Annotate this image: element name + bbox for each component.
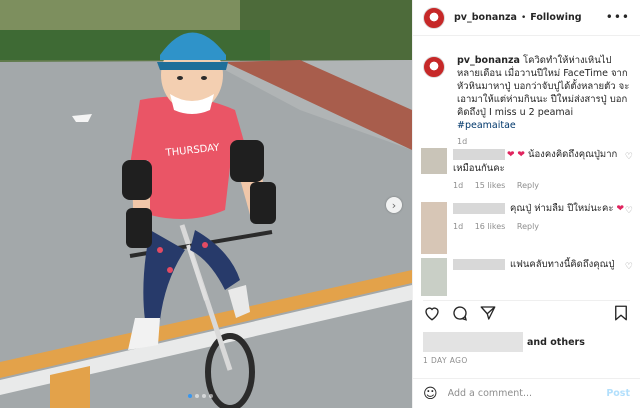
next-photo-button[interactable]: › — [386, 197, 402, 213]
caption-text-block: pv_bonanza โควิดทำให้ห่างเหินไปหลายเดือน… — [457, 54, 633, 132]
post-button[interactable]: Post — [606, 388, 630, 399]
comment-avatar[interactable] — [421, 148, 447, 174]
comment-text: ❤ ❤ น้องคงคิดถึงคุณปู่มากเหมือนกันคะ — [453, 148, 633, 175]
comment-body: คุณปู่ ห่ามลืม ปีใหม่นะคะ — [510, 203, 614, 214]
child-on-bicycle-photo: THURSDAY — [0, 0, 412, 408]
caption: pv_bonanza โควิดทำให้ห่างเหินไปหลายเดือน… — [423, 54, 633, 146]
comment-likes[interactable]: 16 likes — [475, 222, 506, 231]
post-actions — [423, 300, 630, 325]
chevron-right-icon: › — [391, 198, 397, 212]
comment-avatar[interactable] — [421, 202, 447, 254]
emoji-icon[interactable]: ☺ — [423, 386, 438, 402]
comment-username-blurred[interactable] — [453, 259, 505, 270]
carousel-dot — [195, 394, 199, 398]
comment-text: แฟนคลับทางนี้คิดถึงคุณปู่ — [453, 258, 633, 271]
comment-username-blurred[interactable] — [453, 203, 505, 214]
comment-likes[interactable]: 15 likes — [475, 181, 506, 190]
list-item: คุณปู่ ห่ามลืม ปีใหม่นะคะ ❤ 1d 16 likes … — [421, 202, 633, 254]
like-comment-icon[interactable]: ♡ — [625, 206, 633, 216]
comments-list[interactable]: pv_bonanza โควิดทำให้ห่างเหินไปหลายเดือน… — [413, 36, 640, 296]
comment-icon[interactable] — [451, 304, 469, 322]
following-button[interactable]: Following — [530, 12, 581, 23]
post-side-panel: pv_bonanza • Following ••• pv_bonanza โค… — [412, 0, 640, 408]
comment-time: 1d — [453, 222, 464, 231]
caption-time: 1d — [457, 137, 468, 146]
comment-time: 1d — [453, 181, 464, 190]
heart-emoji: ❤ ❤ — [507, 150, 525, 160]
share-icon[interactable] — [479, 304, 497, 322]
carousel-dot — [202, 394, 206, 398]
bookmark-icon[interactable] — [612, 304, 630, 322]
likers-blurred — [423, 332, 523, 352]
comment-meta: 1d 16 likes Reply — [453, 222, 633, 231]
comment-meta: 1d 15 likes Reply — [453, 181, 633, 190]
heart-emoji: ❤ — [616, 204, 625, 214]
caption-hashtag[interactable]: #peamaitae — [457, 120, 516, 131]
comment-input[interactable] — [447, 388, 607, 399]
comment-body: แฟนคลับทางนี้คิดถึงคุณปู่ — [510, 259, 615, 270]
list-item: แฟนคลับทางนี้คิดถึงคุณปู่ ♡ — [421, 258, 633, 296]
comment-avatar[interactable] — [421, 258, 447, 296]
heart-icon[interactable] — [423, 304, 441, 322]
post-header: pv_bonanza • Following ••• — [413, 0, 640, 36]
more-dots-icon[interactable]: ••• — [606, 10, 630, 24]
carousel-dot — [188, 394, 192, 398]
add-comment-bar: ☺ Post — [413, 378, 640, 408]
avatar[interactable] — [423, 6, 445, 29]
like-comment-icon[interactable]: ♡ — [625, 262, 633, 272]
caption-avatar[interactable] — [423, 56, 445, 78]
header-separator: • — [520, 12, 527, 23]
likes-suffix: and others — [527, 336, 585, 348]
like-comment-icon[interactable]: ♡ — [625, 152, 633, 162]
header-username[interactable]: pv_bonanza — [454, 12, 517, 23]
carousel-indicator — [188, 394, 213, 398]
caption-username[interactable]: pv_bonanza — [457, 55, 520, 66]
post-photo: THURSDAY › — [0, 0, 412, 408]
comment-text: คุณปู่ ห่ามลืม ปีใหม่นะคะ ❤ — [453, 202, 633, 216]
reply-button[interactable]: Reply — [517, 222, 539, 231]
likes-summary[interactable]: and others — [423, 332, 585, 352]
comment-username-blurred[interactable] — [453, 149, 505, 160]
post-time: 1 DAY AGO — [423, 356, 468, 365]
carousel-dot — [209, 394, 213, 398]
list-item: ❤ ❤ น้องคงคิดถึงคุณปู่มากเหมือนกันคะ 1d … — [421, 148, 633, 190]
reply-button[interactable]: Reply — [517, 181, 539, 190]
